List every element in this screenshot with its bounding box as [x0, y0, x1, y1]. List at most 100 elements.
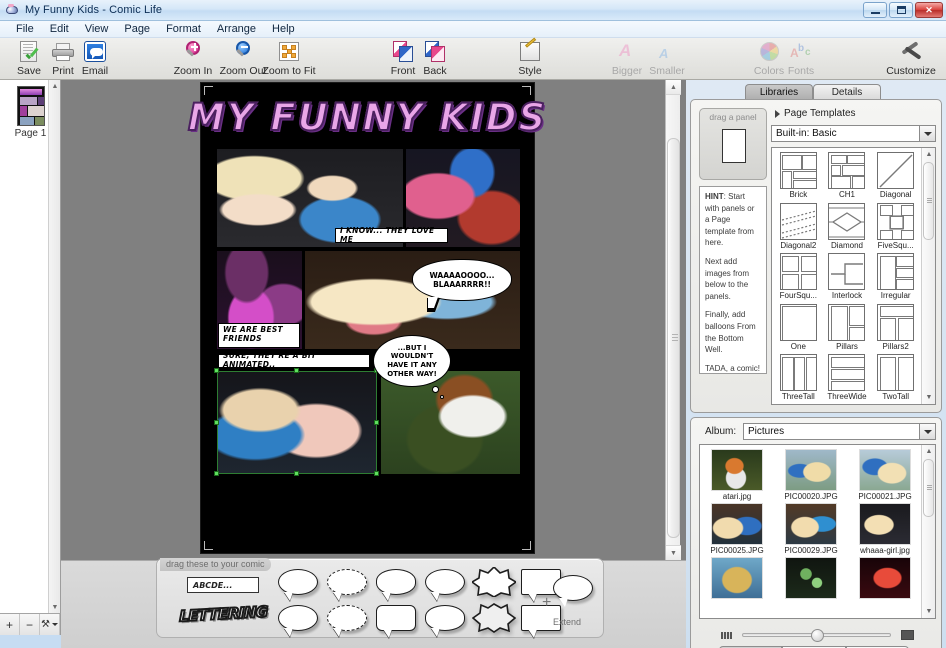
photo-item[interactable]: PIC00021.JPG	[848, 449, 922, 501]
template-grid[interactable]: BrickCH1Diagonal Diagonal2DiamondFiveSqu.…	[771, 147, 936, 405]
scroll-down-icon[interactable]: ▼	[922, 391, 936, 404]
template-item-irregular[interactable]: Irregular	[871, 253, 920, 303]
template-item-threewide[interactable]: ThreeWide	[823, 354, 872, 404]
template-item-ch1[interactable]: CH1	[823, 152, 872, 202]
slider-track[interactable]	[742, 633, 891, 637]
photo-thumbnail[interactable]	[785, 503, 837, 545]
photo-item[interactable]: PIC00020.JPG	[774, 449, 848, 501]
photo-thumbnail[interactable]	[859, 503, 911, 545]
page-list-scrollbar[interactable]: ▲ ▼	[48, 80, 60, 613]
tab-libraries[interactable]: Libraries	[745, 84, 813, 100]
extend-button[interactable]: + Extend	[539, 575, 595, 625]
photo-item[interactable]: atari.jpg	[700, 449, 774, 501]
balloon-shape-speech-oval[interactable]	[278, 569, 318, 595]
remove-page-button[interactable]: −	[20, 614, 40, 635]
template-grid-scrollbar[interactable]: ▲ ▼	[921, 148, 935, 404]
thumbnail-size-slider[interactable]	[699, 626, 936, 644]
album-dropdown[interactable]: Pictures	[743, 423, 936, 440]
menu-file[interactable]: File	[8, 22, 42, 36]
caption-2[interactable]: WE ARE BEST FRIENDS	[218, 323, 300, 348]
template-item-twotall[interactable]: TwoTall	[871, 354, 920, 404]
close-button[interactable]: ✕	[915, 2, 943, 18]
large-thumbs-icon[interactable]	[901, 630, 914, 640]
scrollbar-thumb[interactable]	[667, 138, 680, 538]
balloon-shape-speech-burst[interactable]	[472, 567, 516, 597]
small-thumbs-icon[interactable]	[721, 632, 732, 639]
tab-details[interactable]: Details	[813, 84, 881, 100]
disclosure-triangle-icon[interactable]	[775, 110, 780, 118]
photo-thumbnail[interactable]	[711, 557, 763, 599]
lettering-sample-title[interactable]: LETTERING	[181, 601, 266, 627]
send-back-button[interactable]: Back	[408, 40, 462, 78]
photo-thumbnail[interactable]	[711, 503, 763, 545]
template-item-diagonal[interactable]: Diagonal	[871, 152, 920, 202]
scroll-up-icon[interactable]: ▲	[49, 80, 61, 92]
photo-item[interactable]	[700, 557, 774, 600]
comic-page[interactable]: MY FUNNY KIDS I KNOW... THEY LOVE ME WE …	[200, 82, 535, 554]
photo-thumbnail[interactable]	[859, 557, 911, 599]
balloon-shape-speech-cloud2[interactable]	[425, 605, 465, 631]
drag-a-panel-source[interactable]: drag a panel	[699, 108, 767, 180]
balloon-shape-speech-spiky[interactable]	[327, 605, 367, 631]
scroll-up-icon[interactable]: ▲	[922, 445, 936, 458]
resize-handle-mr[interactable]	[374, 420, 379, 425]
resize-handle-br[interactable]	[374, 471, 379, 476]
speech-balloon-1[interactable]: WAAAAOOOO... BLAAARRRR!!	[412, 259, 512, 301]
photo-grid[interactable]: atari.jpgPIC00020.JPGPIC00021.JPGPIC0002…	[699, 444, 936, 619]
menu-arrange[interactable]: Arrange	[209, 22, 264, 36]
style-button[interactable]: Style	[503, 40, 557, 78]
chevron-down-icon[interactable]	[919, 126, 935, 141]
menu-help[interactable]: Help	[264, 22, 303, 36]
scroll-down-icon[interactable]: ▼	[666, 545, 681, 560]
template-item-diagonal2[interactable]: Diagonal2	[774, 203, 823, 253]
scroll-down-icon[interactable]: ▼	[49, 601, 61, 613]
thought-balloon-1[interactable]: ...BUT I WOULDN'T HAVE IT ANY OTHER WAY!	[373, 335, 451, 387]
resize-handle-ml[interactable]	[214, 420, 219, 425]
scroll-up-icon[interactable]: ▲	[666, 80, 681, 95]
page-thumbnail[interactable]	[17, 86, 45, 126]
resize-handle-tl[interactable]	[214, 368, 219, 373]
balloon-shape-rounded-rect[interactable]	[376, 605, 416, 631]
photo-thumbnail[interactable]	[785, 557, 837, 599]
template-item-diamond[interactable]: Diamond	[823, 203, 872, 253]
photo-thumbnail[interactable]	[859, 449, 911, 491]
template-item-interlock[interactable]: Interlock	[823, 253, 872, 303]
email-button[interactable]: Email	[68, 40, 122, 78]
template-item-pillars[interactable]: Pillars	[823, 304, 872, 354]
template-item-pillars2[interactable]: Pillars2	[871, 304, 920, 354]
photo-thumbnail[interactable]	[785, 449, 837, 491]
template-item-brick[interactable]: Brick	[774, 152, 823, 202]
comic-title-text[interactable]: MY FUNNY KIDS	[215, 91, 520, 143]
balloon-shape-speech-cloud[interactable]	[376, 569, 416, 595]
maximize-button[interactable]	[889, 2, 913, 18]
scrollbar-thumb[interactable]	[923, 162, 934, 240]
menu-edit[interactable]: Edit	[42, 22, 77, 36]
slider-knob[interactable]	[811, 629, 824, 642]
caption-1[interactable]: I KNOW... THEY LOVE ME	[335, 228, 448, 243]
photo-item[interactable]: whaaa-girl.jpg	[848, 503, 922, 555]
zoom-in-button[interactable]: Zoom In	[166, 40, 220, 78]
resize-handle-bl[interactable]	[214, 471, 219, 476]
balloon-shape-speech-burst2[interactable]	[472, 603, 516, 633]
minimize-button[interactable]	[863, 2, 887, 18]
template-item-one[interactable]: One	[774, 304, 823, 354]
resize-handle-bc[interactable]	[294, 471, 299, 476]
photo-item[interactable]	[848, 557, 922, 600]
balloon-shape-speech-oval-plain[interactable]	[425, 569, 465, 595]
menu-view[interactable]: View	[77, 22, 117, 36]
lettering-sample-abcde[interactable]: ABCDE...	[187, 577, 259, 593]
photo-item[interactable]: PIC00029.JPG	[774, 503, 848, 555]
template-item-foursquare[interactable]: FourSqu...	[774, 253, 823, 303]
template-item-threetall[interactable]: ThreeTall	[774, 354, 823, 404]
comic-panel[interactable]	[381, 371, 520, 474]
template-item-fivesquare[interactable]: FiveSqu...	[871, 203, 920, 253]
scroll-up-icon[interactable]: ▲	[922, 148, 936, 161]
resize-handle-tc[interactable]	[294, 368, 299, 373]
zoom-to-fit-button[interactable]: Zoom to Fit	[250, 40, 328, 78]
customize-button[interactable]: Customize	[880, 40, 942, 78]
canvas-vertical-scrollbar[interactable]: ▲ ▼	[665, 80, 680, 560]
page-templates-header[interactable]: Page Templates	[775, 108, 856, 119]
template-set-dropdown[interactable]: Built-in: Basic	[771, 125, 936, 142]
photo-thumbnail[interactable]	[711, 449, 763, 491]
fonts-button[interactable]: A b c Fonts	[774, 40, 828, 78]
